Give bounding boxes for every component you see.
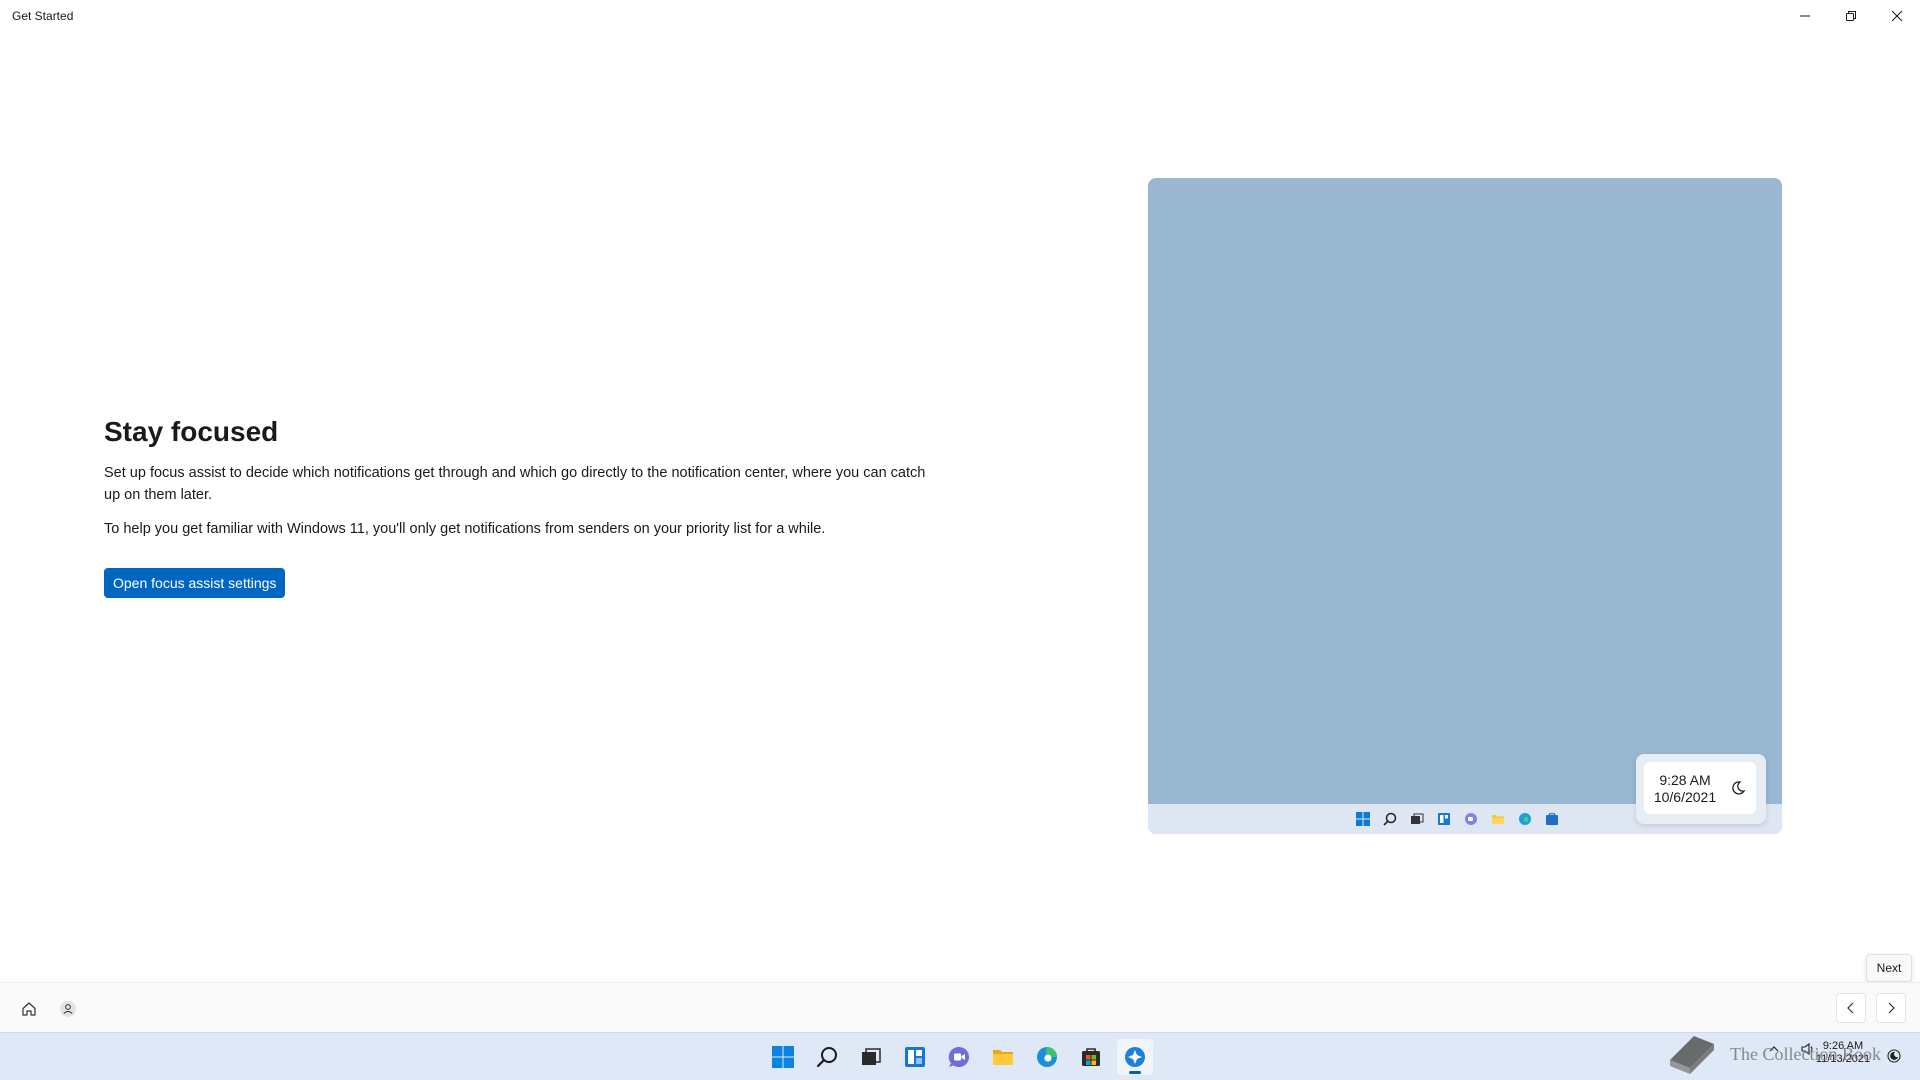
home-button[interactable] xyxy=(16,996,42,1022)
title-bar: Get Started xyxy=(0,0,1920,32)
widgets-icon xyxy=(1436,811,1452,827)
minimize-button[interactable] xyxy=(1782,0,1828,32)
watermark: The Collection Book xyxy=(1664,1030,1881,1078)
close-button[interactable] xyxy=(1874,0,1920,32)
windows-start-icon xyxy=(772,1046,794,1068)
windows-taskbar xyxy=(0,1032,1920,1080)
taskbar-file-explorer-button[interactable] xyxy=(985,1039,1021,1075)
task-view-icon xyxy=(862,1048,881,1065)
illustration-clock-flyout: 9:28 AM 10/6/2021 xyxy=(1636,754,1766,824)
illustration-clock-card: 9:28 AM 10/6/2021 xyxy=(1644,762,1756,814)
taskbar-task-view-button[interactable] xyxy=(853,1039,889,1075)
edge-icon xyxy=(1037,1047,1057,1067)
account-button[interactable] xyxy=(55,996,81,1022)
microsoft-store-icon xyxy=(1082,1048,1100,1066)
notification-icon[interactable] xyxy=(1886,1048,1902,1064)
illustration-clock-date: 10/6/2021 xyxy=(1653,789,1717,805)
taskbar-pinned-apps xyxy=(765,1039,1153,1075)
teams-chat-icon xyxy=(948,1046,969,1067)
taskbar-get-started-button[interactable] xyxy=(1117,1039,1153,1075)
chat-icon xyxy=(1463,811,1479,827)
search-icon xyxy=(1382,811,1398,827)
taskbar-search-button[interactable] xyxy=(809,1039,845,1075)
taskbar-widgets-button[interactable] xyxy=(897,1039,933,1075)
illustration-clock-time: 9:28 AM xyxy=(1659,772,1711,788)
restore-button[interactable] xyxy=(1828,0,1874,32)
file-explorer-icon xyxy=(993,1050,1013,1065)
search-icon xyxy=(816,1047,837,1068)
app-bottom-bar xyxy=(0,982,1920,1032)
minimize-icon xyxy=(1800,15,1810,17)
taskbar-edge-button[interactable] xyxy=(1029,1039,1065,1075)
description-priority-list: To help you get familiar with Windows 11… xyxy=(104,521,826,537)
chevron-right-icon xyxy=(1888,1002,1895,1014)
taskbar-chat-button[interactable] xyxy=(941,1039,977,1075)
get-started-icon xyxy=(1125,1047,1145,1067)
get-started-app: Get Started Stay focused Set up focus as… xyxy=(0,0,1920,1080)
file-explorer-icon xyxy=(1490,811,1506,827)
description-focus-assist: Set up focus assist to decide which noti… xyxy=(104,465,926,503)
store-icon xyxy=(1544,811,1560,827)
restore-icon xyxy=(1846,11,1856,21)
page-heading: Stay focused xyxy=(104,416,279,447)
widgets-icon xyxy=(905,1047,925,1067)
taskbar-start-button[interactable] xyxy=(765,1039,801,1075)
account-icon xyxy=(60,1001,76,1017)
window-title: Get Started xyxy=(12,9,74,23)
next-tooltip: Next xyxy=(1866,954,1912,982)
book-icon xyxy=(1670,1036,1714,1074)
illustration-clock: 9:28 AM 10/6/2021 xyxy=(1644,772,1726,806)
close-icon xyxy=(1891,10,1903,22)
illustration-taskbar-icons xyxy=(1355,811,1560,827)
watermark-text: The Collection Book xyxy=(1730,1043,1881,1064)
open-focus-assist-settings-button[interactable]: Open focus assist settings xyxy=(104,568,286,598)
moon-icon xyxy=(1732,781,1746,795)
task-view-icon xyxy=(1409,811,1425,827)
windows-icon xyxy=(1355,811,1371,827)
home-icon xyxy=(22,1002,36,1016)
focus-assist-illustration: 9:28 AM 10/6/2021 xyxy=(1148,178,1782,834)
next-button[interactable] xyxy=(1876,993,1906,1023)
chevron-left-icon xyxy=(1847,1002,1854,1014)
edge-icon xyxy=(1517,811,1533,827)
back-button[interactable] xyxy=(1836,993,1866,1023)
taskbar-store-button[interactable] xyxy=(1073,1039,1109,1075)
